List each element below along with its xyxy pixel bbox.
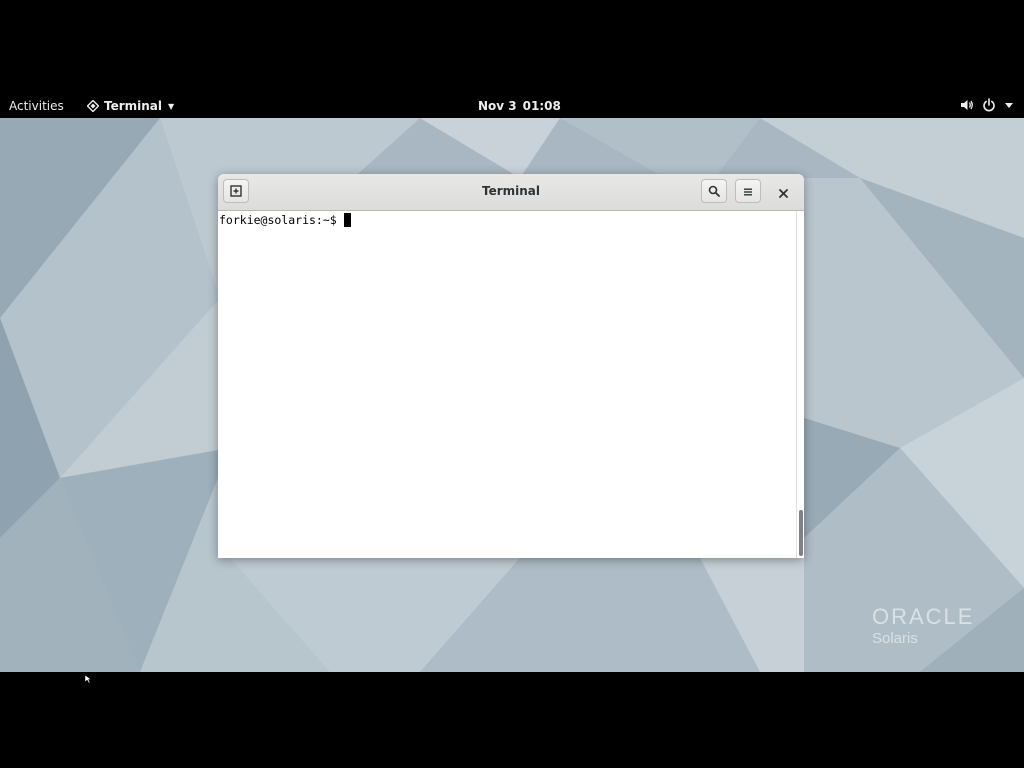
activities-button[interactable]: Activities bbox=[9, 99, 64, 113]
app-menu[interactable]: Terminal ▼ bbox=[86, 99, 175, 113]
volume-icon bbox=[960, 98, 974, 112]
scrollbar-thumb[interactable] bbox=[799, 510, 803, 556]
chevron-down-icon: ▼ bbox=[168, 101, 175, 111]
prompt-line: forkie@solaris:~$ bbox=[219, 213, 351, 227]
text-cursor bbox=[343, 213, 351, 227]
close-icon bbox=[778, 183, 788, 202]
window-headerbar[interactable]: Terminal bbox=[218, 174, 804, 211]
clock-date: Nov 3 bbox=[478, 99, 517, 113]
chevron-down-icon bbox=[1004, 100, 1014, 110]
top-bar: Activities Terminal ▼ Nov 3 01:08 bbox=[0, 95, 1024, 118]
app-menu-label: Terminal bbox=[104, 99, 163, 113]
terminal-content[interactable]: forkie@solaris:~$ bbox=[218, 211, 796, 558]
terminal-app-icon bbox=[86, 99, 100, 113]
shell-prompt: forkie@solaris:~$ bbox=[219, 213, 337, 227]
clock[interactable]: Nov 3 01:08 bbox=[478, 99, 561, 113]
status-area[interactable] bbox=[960, 98, 1014, 112]
mouse-pointer-icon bbox=[84, 668, 93, 687]
logo-oracle-text: ORACLE bbox=[872, 604, 975, 629]
oracle-solaris-logo: ORACLE Solaris bbox=[872, 604, 974, 647]
clock-time: 01:08 bbox=[522, 99, 561, 113]
search-icon bbox=[708, 182, 720, 201]
screen: Activities Terminal ▼ Nov 3 01:08 ORACLE… bbox=[0, 0, 1024, 768]
hamburger-menu-icon bbox=[743, 182, 753, 201]
terminal-window[interactable]: Terminal forkie@solaris:~$ bbox=[218, 174, 804, 558]
search-button[interactable] bbox=[701, 179, 727, 203]
logo-solaris-text: Solaris bbox=[872, 630, 918, 647]
menu-button[interactable] bbox=[735, 179, 761, 203]
power-icon bbox=[982, 98, 996, 112]
new-tab-button[interactable] bbox=[223, 179, 249, 203]
terminal-scrollbar[interactable] bbox=[796, 211, 804, 558]
close-button[interactable] bbox=[774, 183, 792, 201]
new-tab-icon bbox=[230, 182, 242, 201]
